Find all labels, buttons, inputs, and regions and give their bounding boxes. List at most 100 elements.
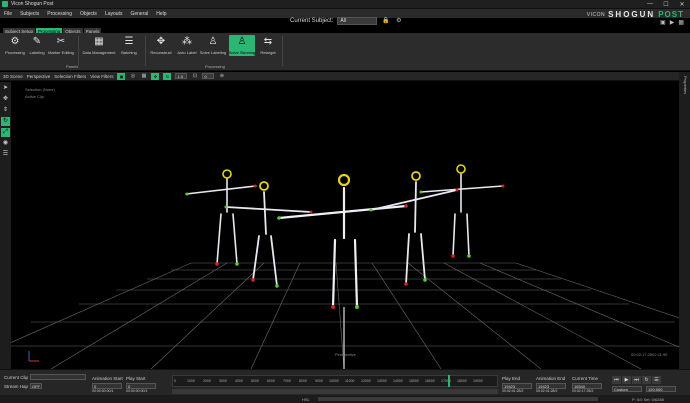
current-subject-select[interactable]: All xyxy=(337,17,378,25)
rotate-icon[interactable]: ↻ xyxy=(163,72,172,80)
camera-select[interactable]: Perspective xyxy=(27,74,51,79)
status-progress-track xyxy=(318,397,598,401)
reconstruct-button[interactable]: ✥ Reconstruct xyxy=(150,36,172,55)
scale-field[interactable]: 1.0 xyxy=(175,73,188,79)
playhead[interactable] xyxy=(448,375,450,387)
menu-help[interactable]: Help xyxy=(152,11,170,17)
play-icon[interactable]: ▶ xyxy=(670,19,675,26)
current-clip-select[interactable] xyxy=(30,374,86,380)
maximize-button[interactable]: ☐ xyxy=(658,1,674,8)
lock-icon[interactable]: ⊡ xyxy=(191,73,198,80)
target-icon[interactable]: ◎ xyxy=(129,73,136,80)
current-subject-bar: Current Subject: All 🔒 ⚙ xyxy=(290,17,403,25)
stream-hap-toggle[interactable]: OFF xyxy=(30,383,42,389)
settings-icon[interactable]: ⚙ xyxy=(394,17,403,25)
processing-icon: ⚙ xyxy=(10,36,20,47)
tick-label: 13000 xyxy=(377,379,387,383)
processing-section-label: Processing xyxy=(205,64,225,69)
skeleton-figure[interactable] xyxy=(225,181,312,287)
labeling-panel-button[interactable]: ✎ Labeling xyxy=(26,36,48,55)
tick-label: 3000 xyxy=(219,379,227,383)
tick-label: 14000 xyxy=(393,379,403,383)
options-icon[interactable]: ☰ xyxy=(652,376,661,384)
move-icon[interactable]: ✥ xyxy=(151,72,160,80)
view-filters-button[interactable]: View Filters xyxy=(90,74,113,79)
visibility-icon[interactable]: ◉ xyxy=(1,139,10,148)
ribbon: ⚙ Processing ✎ Labeling ✂ Marker Editing… xyxy=(0,33,690,71)
data-management-panel-button[interactable]: ▦ Data Management xyxy=(83,36,116,55)
app-title: Vicon Shogun Post xyxy=(11,1,54,7)
window-controls: — ☐ ✕ xyxy=(642,1,690,8)
scale-tool-icon[interactable]: ⤢ xyxy=(1,128,10,137)
menu-objects[interactable]: Objects xyxy=(76,11,101,17)
translate-icon[interactable]: ⇕ xyxy=(1,106,10,115)
selection-count: P: 0/0 Sel: 0/6288 xyxy=(632,396,664,402)
list-icon[interactable]: ☰ xyxy=(1,150,10,159)
auto-label-button[interactable]: ⁂ Auto Label xyxy=(176,36,198,55)
view-type-select[interactable]: 3D Scene xyxy=(3,74,23,79)
save-icon[interactable]: ▣ xyxy=(660,19,666,26)
selection-filters-button[interactable]: Selection Filters xyxy=(54,74,86,79)
marker-editing-icon: ✂ xyxy=(56,36,66,47)
playback-mode-select[interactable]: Custom xyxy=(612,386,642,392)
view-mode-icon[interactable]: ▣ xyxy=(117,72,126,80)
current-subject-label: Current Subject: xyxy=(290,18,334,24)
offset-field[interactable]: 0 xyxy=(202,73,215,79)
minimize-button[interactable]: — xyxy=(642,1,658,8)
tick-label: 15000 xyxy=(409,379,419,383)
viewport-tool-strip: ➤ ✥ ⇕ ↻ ⤢ ◉ ☰ xyxy=(0,82,11,369)
skeleton-figure[interactable] xyxy=(420,164,504,257)
menu-file[interactable]: File xyxy=(0,11,16,17)
shogun-logo: SHOGUN xyxy=(608,10,656,19)
3d-viewport[interactable]: Selection (None) Active Clip Perspective… xyxy=(11,82,679,369)
view-toolbar: 3D Scene Perspective Selection Filters V… xyxy=(0,72,690,81)
close-button[interactable]: ✕ xyxy=(674,1,690,8)
play-icon[interactable]: ▶ xyxy=(622,376,631,384)
tick-label: 12000 xyxy=(361,379,371,383)
skeleton-figure[interactable] xyxy=(277,173,408,309)
menu-processing[interactable]: Processing xyxy=(43,11,76,17)
app-icon xyxy=(2,1,8,7)
playback-speed-select[interactable]: 120.000 xyxy=(646,386,676,392)
timeline-ruler[interactable]: 0 1000 2000 3000 4000 5000 6000 7000 800… xyxy=(172,375,498,387)
processing-panel-button[interactable]: ⚙ Processing xyxy=(4,36,26,55)
properties-tab-label: Properties xyxy=(683,76,688,95)
loop-icon[interactable]: ↻ xyxy=(642,376,651,384)
brand-icons: ▣ ▶ ▦ xyxy=(660,19,684,26)
menu-subjects[interactable]: Subjects xyxy=(16,11,43,17)
properties-side-tab[interactable]: Properties xyxy=(679,72,690,369)
menu-layouts[interactable]: Layouts xyxy=(101,11,127,17)
current-time-label: Current Time xyxy=(572,376,599,381)
title-bar: Vicon Shogun Post — ☐ ✕ xyxy=(0,0,690,9)
play-end-timecode: 00:02:41:28/2 xyxy=(502,389,524,393)
manipulate-icon[interactable]: ✥ xyxy=(1,95,10,104)
tick-label: 8000 xyxy=(299,379,307,383)
tick-label: 16000 xyxy=(425,379,435,383)
solve-labeling-button[interactable]: ♙ Solve Labeling xyxy=(200,36,226,55)
vicon-logo: VICON xyxy=(586,11,606,18)
menu-general[interactable]: General xyxy=(126,11,152,17)
go-to-start-icon[interactable]: ⏮ xyxy=(612,376,621,384)
marker-editing-panel-button[interactable]: ✂ Marker Editing xyxy=(48,36,74,55)
retarget-icon: ⇆ xyxy=(263,36,273,47)
solve-skinning-button[interactable]: ♙ Solve Skinning xyxy=(229,35,255,56)
viewport-timecode: 00:02:17:2502:11.90 xyxy=(631,352,668,357)
select-cursor-icon[interactable]: ➤ xyxy=(1,84,10,93)
tick-label: 9000 xyxy=(315,379,323,383)
retarget-button[interactable]: ⇆ Retarget xyxy=(257,36,279,55)
batching-panel-button[interactable]: ☰ Batching xyxy=(118,36,140,55)
timeline-scrollbar[interactable] xyxy=(172,389,498,394)
layout-icon[interactable]: ▦ xyxy=(140,73,147,80)
skeleton-figure[interactable] xyxy=(370,171,458,285)
skeleton-figure[interactable] xyxy=(185,169,257,265)
lock-icon[interactable]: 🔒 xyxy=(381,17,390,25)
pin-icon[interactable]: ⊕ xyxy=(218,73,225,80)
panels-section-label: Panels xyxy=(66,64,79,69)
grid-icon[interactable]: ▦ xyxy=(678,19,684,26)
go-to-end-icon[interactable]: ⏭ xyxy=(632,376,641,384)
rotate-tool-icon[interactable]: ↻ xyxy=(1,117,10,126)
divider xyxy=(145,36,146,66)
post-logo: POST xyxy=(658,10,684,19)
animation-start-timecode: 00:00:00:00/1 xyxy=(92,389,114,393)
brand-logo: VICON SHOGUN POST xyxy=(587,10,684,19)
